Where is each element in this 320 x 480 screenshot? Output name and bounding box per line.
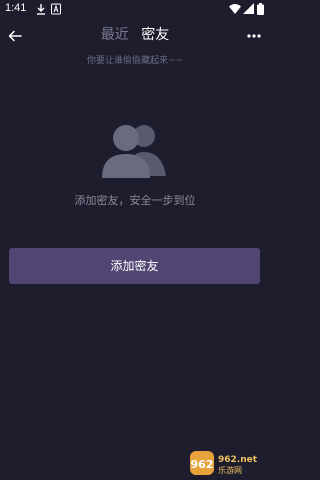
subtitle: 你要让谁偷偷藏起来~~ xyxy=(86,56,184,66)
status-bar: 1:41 xyxy=(0,0,270,20)
battery-icon xyxy=(257,3,264,15)
tab-bar: 最近 密友 xyxy=(0,24,270,48)
watermark-logo: 962 962.net 乐游网 xyxy=(190,451,258,475)
tab-close-friends[interactable]: 密友 xyxy=(137,24,173,46)
tab-recent[interactable]: 最近 xyxy=(97,24,133,46)
a-notification-icon xyxy=(51,3,61,15)
signal-icon xyxy=(243,3,254,14)
svg-text:乐游网: 乐游网 xyxy=(218,465,242,475)
screen: 1:41 最近 密友 你要让谁偷偷藏起来~~ 添加密友，安全一步到位 添加密友 … xyxy=(0,0,270,480)
status-time: 1:41 xyxy=(5,2,27,14)
empty-state-text: 添加密友，安全一步到位 xyxy=(74,194,196,207)
add-close-friend-button[interactable]: 添加密友 xyxy=(9,248,260,284)
download-icon xyxy=(37,4,45,15)
svg-text:962.net: 962.net xyxy=(218,455,258,465)
wifi-icon xyxy=(229,4,241,14)
contacts-group-icon xyxy=(102,125,166,178)
svg-text:962: 962 xyxy=(191,458,214,471)
more-dots-icon[interactable] xyxy=(246,29,262,43)
